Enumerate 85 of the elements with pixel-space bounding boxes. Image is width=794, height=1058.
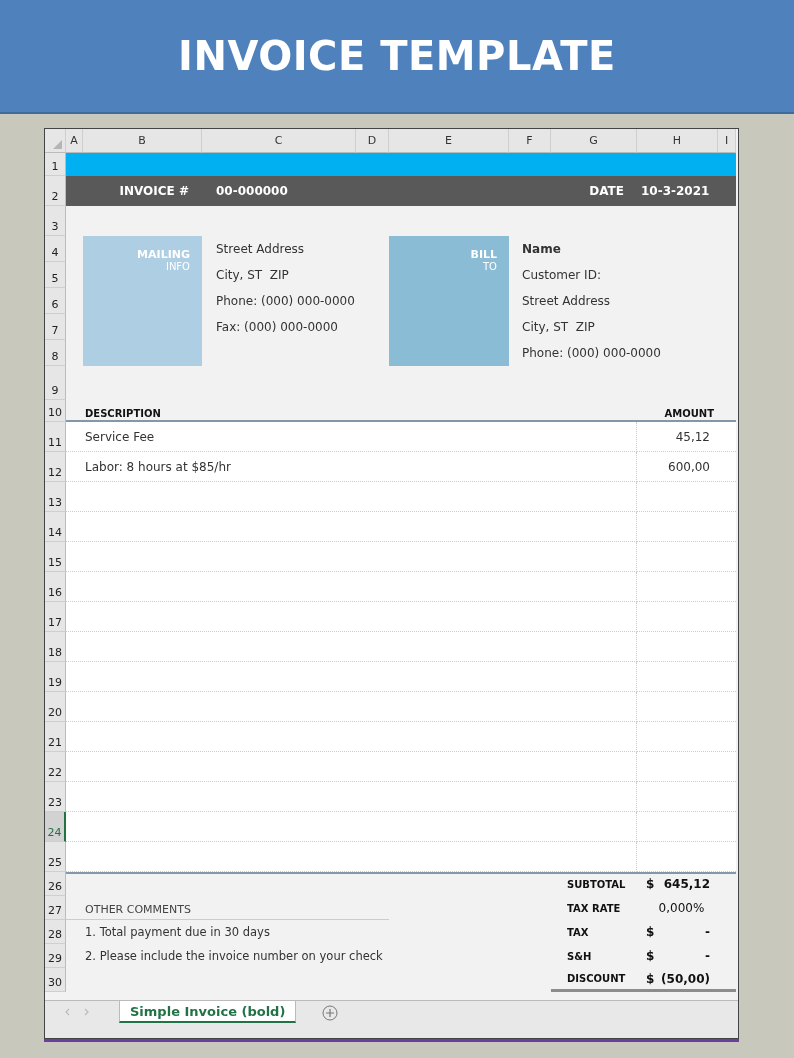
mailing-line: Fax: (000) 000-0000 (215, 319, 339, 336)
currency-symbol: $ (646, 877, 655, 891)
row-header[interactable]: 10 (45, 400, 66, 422)
row-header[interactable]: 19 (45, 662, 66, 692)
row-header[interactable]: 20 (45, 692, 66, 722)
row-header[interactable]: 7 (45, 314, 66, 340)
bill-to-label: BILL (470, 248, 497, 261)
sheet-tab[interactable]: Simple Invoice (bold) (119, 1001, 297, 1023)
scroll-right-icon[interactable] (84, 1008, 89, 1016)
column-header[interactable]: H (637, 129, 718, 153)
column-heading: AMOUNT (663, 407, 715, 421)
row-header[interactable]: 28 (45, 920, 66, 944)
row-header[interactable]: 4 (45, 236, 66, 262)
row-header[interactable]: 30 (45, 968, 66, 992)
total-value: - (705, 925, 710, 939)
column-heading: DESCRIPTION (84, 407, 162, 421)
column-header[interactable]: B (83, 129, 202, 153)
bill-to-line: Street Address (521, 293, 612, 310)
item-description-cell: Labor: 8 hours at $85/hr (66, 452, 637, 482)
page-title: INVOICE TEMPLATE (178, 33, 616, 79)
comment-line: 1. Total payment due in 30 days (84, 924, 271, 941)
mailing-line: Street Address (215, 241, 306, 258)
row-header[interactable]: 9 (45, 366, 66, 400)
select-all-icon[interactable] (53, 140, 62, 149)
comment-line: 2. Please include the invoice number on your check (84, 948, 384, 965)
bill-to-line: Phone: (000) 000-0000 (521, 345, 662, 362)
row-header[interactable]: 6 (45, 288, 66, 314)
row-header[interactable]: 14 (45, 512, 66, 542)
column-header[interactable]: A (66, 129, 83, 153)
customer-name: Name (521, 241, 562, 258)
row-header[interactable]: 3 (45, 206, 66, 236)
item-amount-cell: 45,12 (637, 422, 736, 452)
row-header[interactable]: 5 (45, 262, 66, 288)
mailing-line: City, ST ZIP (215, 267, 290, 284)
row-header[interactable]: 12 (45, 452, 66, 482)
add-sheet-icon[interactable] (322, 1005, 339, 1021)
total-label: TAX (566, 925, 590, 940)
total-label: S&H (566, 949, 593, 964)
date-label: DATE (588, 183, 625, 200)
total-label: SUBTOTAL (566, 877, 627, 892)
total-value: (50,00) (661, 971, 710, 986)
row-header[interactable]: 16 (45, 572, 66, 602)
row-header[interactable]: 18 (45, 632, 66, 662)
row-header[interactable]: 29 (45, 944, 66, 968)
column-header[interactable]: D (356, 129, 389, 153)
invoice-date: 10-3-2021 (640, 183, 711, 200)
row-header[interactable]: 23 (45, 782, 66, 812)
item-amount-cell: 600,00 (637, 452, 736, 482)
row-header[interactable]: 22 (45, 752, 66, 782)
total-label: TAX RATE (566, 901, 622, 916)
row-header[interactable]: 21 (45, 722, 66, 752)
row-header[interactable]: 25 (45, 842, 66, 872)
row-header[interactable]: 13 (45, 482, 66, 512)
invoice-number-label: INVOICE # (118, 183, 190, 200)
row-header[interactable]: 26 (45, 872, 66, 896)
scroll-left-icon[interactable] (65, 1008, 70, 1016)
total-value: - (705, 949, 710, 963)
row-header[interactable]: 2 (45, 176, 66, 206)
bill-to-line: City, ST ZIP (521, 319, 596, 336)
column-header[interactable]: E (389, 129, 509, 153)
column-header[interactable]: I (718, 129, 736, 153)
currency-symbol: $ (646, 925, 655, 939)
row-header[interactable]: 24 (45, 812, 66, 842)
mailing-line: Phone: (000) 000-0000 (215, 293, 356, 310)
column-header[interactable]: F (509, 129, 551, 153)
currency-symbol: $ (646, 971, 655, 986)
currency-symbol: $ (646, 949, 655, 963)
total-value: 645,12 (663, 877, 710, 891)
row-header[interactable]: 1 (45, 153, 66, 176)
comments-heading: OTHER COMMENTS (66, 896, 389, 920)
row-header[interactable]: 11 (45, 422, 66, 452)
row-header[interactable]: 15 (45, 542, 66, 572)
bill-to-line: Customer ID: (521, 267, 602, 284)
row-header[interactable]: 8 (45, 340, 66, 366)
mailing-label: MAILING (137, 248, 190, 261)
row-header[interactable]: 27 (45, 896, 66, 920)
column-header[interactable]: C (202, 129, 356, 153)
total-label: DISCOUNT (551, 968, 637, 992)
mailing-sublabel: INFO (165, 261, 190, 273)
invoice-number: 00-000000 (215, 183, 289, 200)
item-description-cell: Service Fee (66, 422, 637, 452)
bill-to-sublabel: TO (483, 261, 497, 273)
total-value: 0,000% (658, 901, 705, 915)
row-header[interactable]: 17 (45, 602, 66, 632)
column-header[interactable]: G (551, 129, 637, 153)
